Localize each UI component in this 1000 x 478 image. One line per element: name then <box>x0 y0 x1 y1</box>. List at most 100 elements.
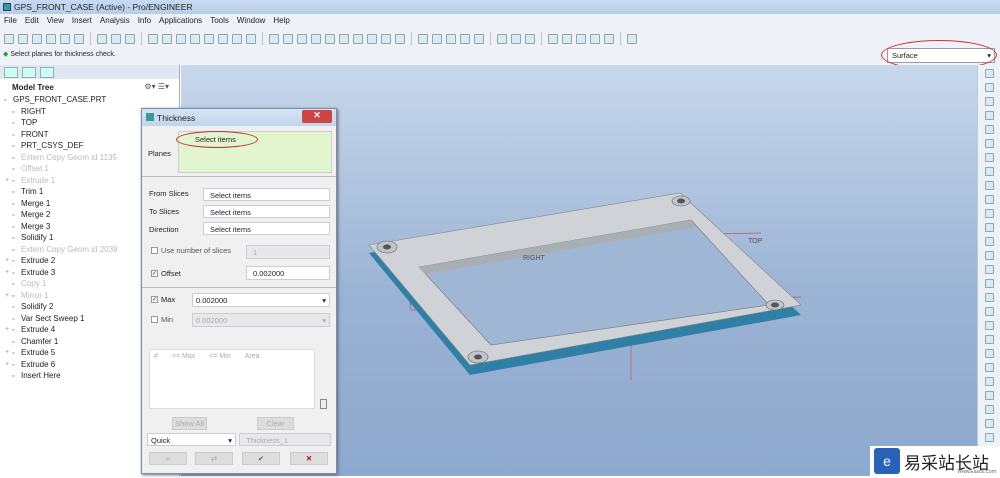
menu-applications[interactable]: Applications <box>159 16 202 27</box>
toolbar-button-icon[interactable] <box>460 33 470 44</box>
toolbar-button-icon[interactable] <box>311 33 321 44</box>
toolbar-button-icon[interactable] <box>60 33 70 44</box>
toolbar-button-icon[interactable] <box>339 33 349 44</box>
toolbar-button-icon[interactable] <box>232 33 242 44</box>
toolbar-button-icon[interactable] <box>297 33 307 44</box>
min-dropdown[interactable]: 0.002000 ▾ <box>192 313 330 327</box>
preview-glasses-button[interactable]: ∞ <box>149 452 187 465</box>
toolbar-button-icon[interactable] <box>562 33 572 44</box>
menu-file[interactable]: File <box>4 16 17 27</box>
min-checkbox[interactable] <box>151 316 158 323</box>
feature-tool-icon[interactable] <box>984 209 994 218</box>
toolbar-button-icon[interactable] <box>590 33 600 44</box>
toolbar-button-icon[interactable] <box>148 33 158 44</box>
feature-tool-icon[interactable] <box>984 125 994 134</box>
analysis-name-input[interactable]: Thickness_1 <box>239 433 331 446</box>
clear-button[interactable]: Clear <box>257 417 294 430</box>
expand-icon[interactable]: + <box>5 359 9 371</box>
toolbar-button-icon[interactable] <box>74 33 84 44</box>
feature-tool-icon[interactable] <box>984 433 994 442</box>
toolbar-button-icon[interactable] <box>353 33 363 44</box>
feature-tool-icon[interactable] <box>984 251 994 260</box>
feature-tool-icon[interactable] <box>984 153 994 162</box>
tab-folder-browser[interactable] <box>22 67 36 78</box>
toolbar-button-icon[interactable] <box>576 33 586 44</box>
tab-favorites[interactable] <box>40 67 54 78</box>
expand-icon[interactable]: + <box>5 255 9 267</box>
feature-tool-icon[interactable] <box>984 419 994 428</box>
feature-tool-icon[interactable] <box>984 139 994 148</box>
toolbar-button-icon[interactable] <box>18 33 28 44</box>
feature-tool-icon[interactable] <box>984 377 994 386</box>
feature-tool-icon[interactable] <box>984 293 994 302</box>
feature-tool-icon[interactable] <box>984 181 994 190</box>
feature-tool-icon[interactable] <box>984 83 994 92</box>
feature-tool-icon[interactable] <box>984 335 994 344</box>
feature-tool-icon[interactable] <box>984 349 994 358</box>
direction-collector[interactable]: Select items <box>203 222 330 235</box>
max-checkbox[interactable]: ✓ <box>151 296 158 303</box>
feature-tool-icon[interactable] <box>984 405 994 414</box>
feature-tool-icon[interactable] <box>984 111 994 120</box>
expand-icon[interactable]: + <box>5 175 9 187</box>
toolbar-button-icon[interactable] <box>246 33 256 44</box>
toolbar-button-icon[interactable] <box>283 33 293 44</box>
toolbar-button-icon[interactable] <box>218 33 228 44</box>
menu-window[interactable]: Window <box>237 16 265 27</box>
tree-settings-icon[interactable]: ⚙▾ ☰▾ <box>144 82 169 91</box>
offset-checkbox[interactable]: ✓ <box>151 270 158 277</box>
feature-tool-icon[interactable] <box>984 307 994 316</box>
feature-tool-icon[interactable] <box>984 69 994 78</box>
toolbar-button-icon[interactable] <box>4 33 14 44</box>
menu-tools[interactable]: Tools <box>210 16 229 27</box>
tree-item[interactable]: ▫ GPS_FRONT_CASE.PRT <box>0 94 179 106</box>
feature-tool-icon[interactable] <box>984 223 994 232</box>
toolbar-button-icon[interactable] <box>367 33 377 44</box>
expand-icon[interactable]: + <box>5 267 9 279</box>
toolbar-button-icon[interactable] <box>395 33 405 44</box>
feature-tool-icon[interactable] <box>984 321 994 330</box>
toolbar-button-icon[interactable] <box>32 33 42 44</box>
expand-icon[interactable]: + <box>5 290 9 302</box>
tab-model-tree[interactable] <box>4 67 18 78</box>
toolbar-button-icon[interactable] <box>325 33 335 44</box>
toolbar-button-icon[interactable] <box>418 33 428 44</box>
toolbar-button-icon[interactable] <box>511 33 521 44</box>
feature-tool-icon[interactable] <box>984 237 994 246</box>
expand-icon[interactable]: + <box>5 347 9 359</box>
slices-count-input[interactable]: 1 <box>246 245 330 259</box>
toolbar-button-icon[interactable] <box>381 33 391 44</box>
info-icon[interactable] <box>320 399 327 409</box>
toolbar-button-icon[interactable] <box>162 33 172 44</box>
use-slices-checkbox[interactable] <box>151 247 158 254</box>
repeat-button[interactable]: ⇄ <box>195 452 233 465</box>
toolbar-button-icon[interactable] <box>46 33 56 44</box>
feature-tool-icon[interactable] <box>984 265 994 274</box>
toolbar-button-icon[interactable] <box>97 33 107 44</box>
menu-edit[interactable]: Edit <box>25 16 39 27</box>
toolbar-button-icon[interactable] <box>204 33 214 44</box>
ok-button[interactable]: ✔ <box>242 452 280 465</box>
toolbar-button-icon[interactable] <box>627 33 637 44</box>
feature-tool-icon[interactable] <box>984 363 994 372</box>
menu-help[interactable]: Help <box>273 16 289 27</box>
toolbar-button-icon[interactable] <box>474 33 484 44</box>
max-dropdown[interactable]: 0.002000 ▾ <box>192 293 330 307</box>
dialog-close-button[interactable]: ✕ <box>302 110 332 123</box>
toolbar-button-icon[interactable] <box>548 33 558 44</box>
toolbar-button-icon[interactable] <box>269 33 279 44</box>
toolbar-button-icon[interactable] <box>125 33 135 44</box>
menu-info[interactable]: Info <box>138 16 151 27</box>
toolbar-button-icon[interactable] <box>525 33 535 44</box>
toolbar-button-icon[interactable] <box>190 33 200 44</box>
offset-input[interactable]: 0.002000 <box>246 266 330 280</box>
feature-tool-icon[interactable] <box>984 195 994 204</box>
cancel-button[interactable]: ✕ <box>290 452 328 465</box>
menu-insert[interactable]: Insert <box>72 16 92 27</box>
toolbar-button-icon[interactable] <box>432 33 442 44</box>
expand-icon[interactable]: + <box>5 324 9 336</box>
show-all-button[interactable]: Show All <box>172 417 207 430</box>
to-slices-collector[interactable]: Select items <box>203 205 330 218</box>
from-slices-collector[interactable]: Select items <box>203 188 330 201</box>
toolbar-button-icon[interactable] <box>111 33 121 44</box>
